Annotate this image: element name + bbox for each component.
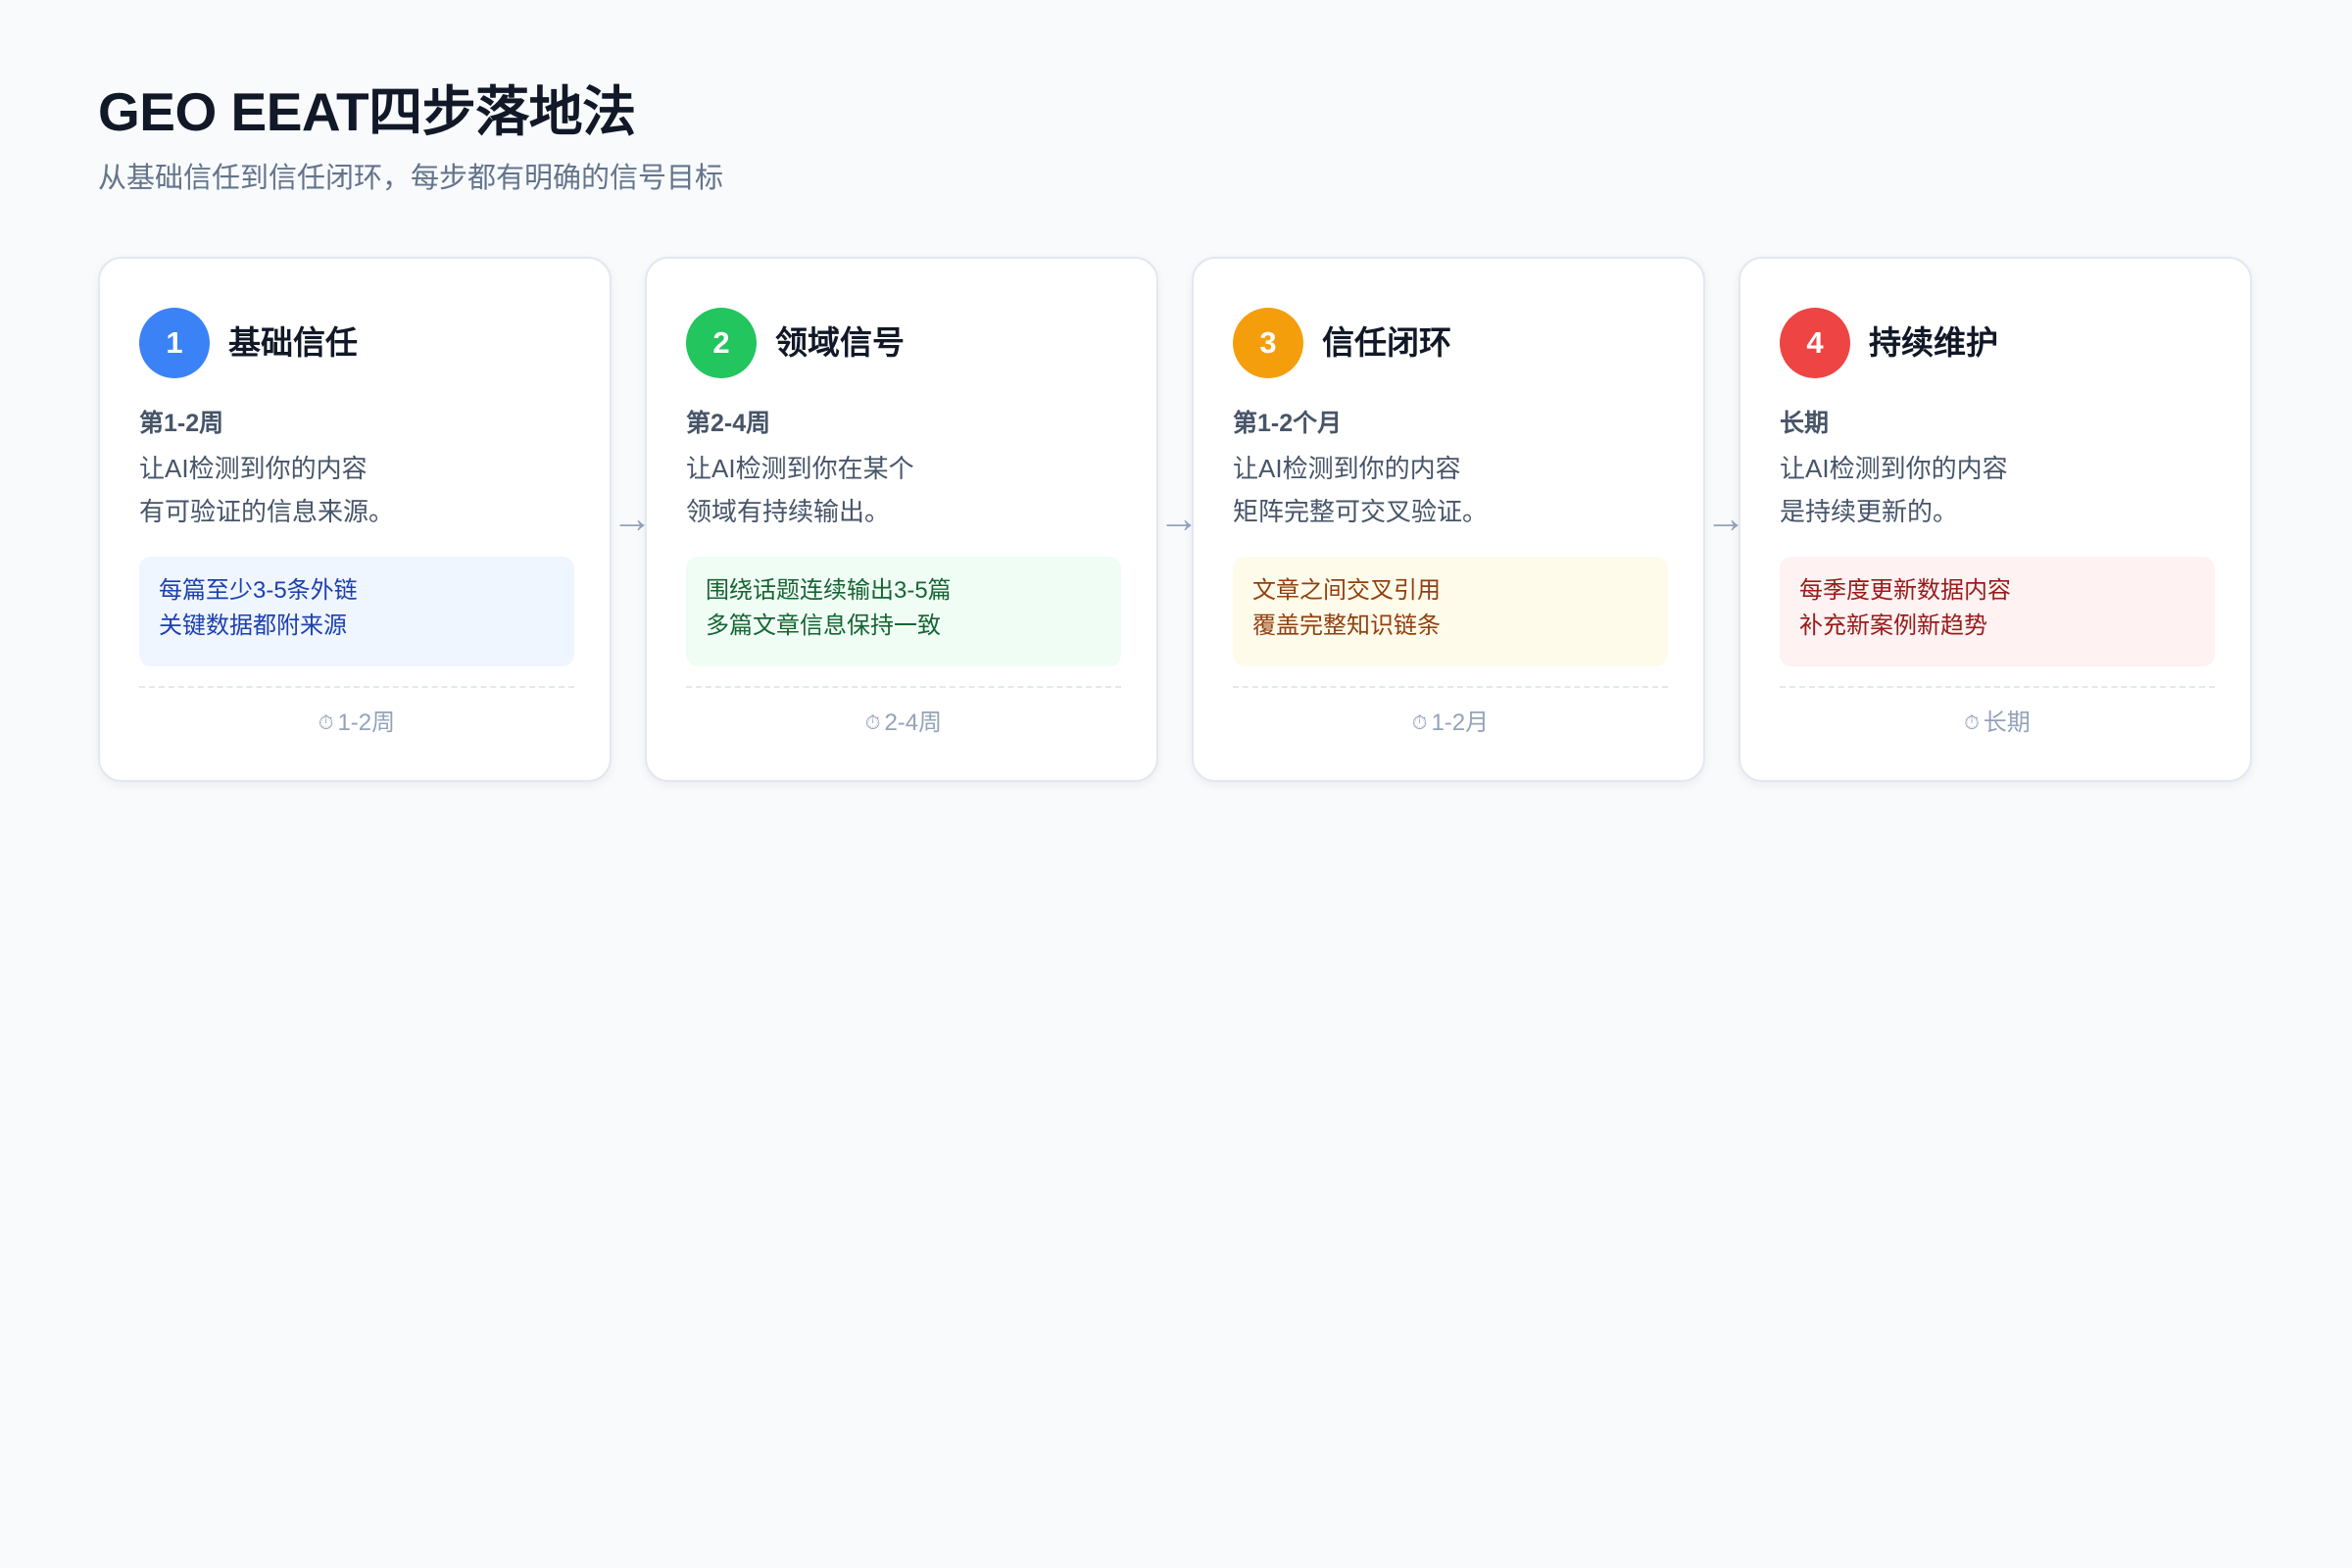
step-description: 让AI检测到你的内容 是持续更新的。 bbox=[1780, 447, 2215, 533]
step-period: 第2-4周 bbox=[686, 410, 771, 437]
step-number-badge: 3 bbox=[1233, 308, 1303, 378]
step-duration: ⏱ 2-4周 bbox=[686, 704, 1121, 743]
clock-icon: ⏱ bbox=[1411, 712, 1428, 734]
step-period: 第1-2个月 bbox=[1233, 410, 1343, 437]
step-detail-line: 补充新案例新趋势 bbox=[1799, 612, 1987, 639]
step-title: 信任闭环 bbox=[1322, 324, 1451, 361]
step-description: 让AI检测到你在某个 领域有持续输出。 bbox=[686, 447, 1121, 533]
duration-label: 长期 bbox=[1983, 710, 2031, 736]
step-detail-box: 每篇至少3-5条外链 关键数据都附来源 bbox=[139, 557, 574, 666]
step-number-badge: 1 bbox=[139, 308, 210, 378]
step-duration: ⏱ 1-2周 bbox=[139, 704, 574, 743]
step-detail-line: 文章之间交叉引用 bbox=[1252, 577, 1441, 604]
card-divider bbox=[1780, 686, 2215, 688]
step-duration: ⏱ 1-2月 bbox=[1233, 704, 1668, 743]
step-title: 持续维护 bbox=[1869, 324, 1998, 361]
step-description: 让AI检测到你的内容 矩阵完整可交叉验证。 bbox=[1233, 447, 1668, 533]
step-description-line: 让AI检测到你的内容 bbox=[1233, 454, 1461, 483]
step-detail-line: 每篇至少3-5条外链 bbox=[159, 577, 358, 604]
duration-label: 2-4周 bbox=[884, 710, 943, 736]
step-description-line: 让AI检测到你在某个 bbox=[686, 454, 914, 483]
step-card-2: 2 领域信号 第2-4周 让AI检测到你在某个 领域有持续输出。 围绕话题连续输… bbox=[645, 257, 1158, 782]
page-subtitle: 从基础信任到信任闭环，每步都有明确的信号目标 bbox=[98, 163, 724, 194]
step-description-line: 矩阵完整可交叉验证。 bbox=[1233, 497, 1489, 526]
step-card-1: 1 基础信任 第1-2周 让AI检测到你的内容 有可验证的信息来源。 每篇至少3… bbox=[98, 257, 612, 782]
step-period: 第1-2周 bbox=[139, 410, 224, 437]
arrow-right-icon: → bbox=[1158, 495, 1200, 541]
card-divider bbox=[1233, 686, 1668, 688]
step-detail-box: 文章之间交叉引用 覆盖完整知识链条 bbox=[1233, 557, 1668, 666]
step-detail-line: 多篇文章信息保持一致 bbox=[706, 612, 941, 639]
step-detail-box: 围绕话题连续输出3-5篇 多篇文章信息保持一致 bbox=[686, 557, 1121, 666]
card-divider bbox=[686, 686, 1121, 688]
step-number-badge: 2 bbox=[686, 308, 757, 378]
page-title: GEO EEAT四步落地法 bbox=[98, 81, 636, 142]
step-card-3: 3 信任闭环 第1-2个月 让AI检测到你的内容 矩阵完整可交叉验证。 文章之间… bbox=[1192, 257, 1705, 782]
step-detail-box: 每季度更新数据内容 补充新案例新趋势 bbox=[1780, 557, 2215, 666]
step-number-badge: 4 bbox=[1780, 308, 1850, 378]
clock-icon: ⏱ bbox=[1964, 712, 1980, 734]
step-description: 让AI检测到你的内容 有可验证的信息来源。 bbox=[139, 447, 574, 533]
arrow-right-icon: → bbox=[612, 495, 653, 541]
steps-row: 1 基础信任 第1-2周 让AI检测到你的内容 有可验证的信息来源。 每篇至少3… bbox=[98, 257, 2254, 786]
clock-icon: ⏱ bbox=[318, 712, 334, 734]
step-description-line: 有可验证的信息来源。 bbox=[139, 497, 395, 526]
step-title: 领域信号 bbox=[775, 324, 905, 361]
step-title: 基础信任 bbox=[228, 324, 358, 361]
clock-icon: ⏱ bbox=[864, 712, 881, 734]
step-description-line: 是持续更新的。 bbox=[1780, 497, 1959, 526]
step-card-4: 4 持续维护 长期 让AI检测到你的内容 是持续更新的。 每季度更新数据内容 补… bbox=[1739, 257, 2252, 782]
step-detail-line: 覆盖完整知识链条 bbox=[1252, 612, 1441, 639]
step-duration: ⏱ 长期 bbox=[1780, 704, 2215, 743]
eeat-roadmap-page: GEO EEAT四步落地法 从基础信任到信任闭环，每步都有明确的信号目标 1 基… bbox=[0, 0, 2352, 1568]
step-period: 长期 bbox=[1780, 410, 1830, 437]
step-description-line: 让AI检测到你的内容 bbox=[1780, 454, 2008, 483]
step-description-line: 让AI检测到你的内容 bbox=[139, 454, 368, 483]
step-detail-line: 关键数据都附来源 bbox=[159, 612, 347, 639]
card-divider bbox=[139, 686, 574, 688]
arrow-right-icon: → bbox=[1705, 495, 1746, 541]
step-detail-line: 围绕话题连续输出3-5篇 bbox=[706, 577, 952, 604]
duration-label: 1-2周 bbox=[337, 710, 396, 736]
step-description-line: 领域有持续输出。 bbox=[686, 497, 891, 526]
step-detail-line: 每季度更新数据内容 bbox=[1799, 577, 2011, 604]
duration-label: 1-2月 bbox=[1431, 710, 1490, 736]
